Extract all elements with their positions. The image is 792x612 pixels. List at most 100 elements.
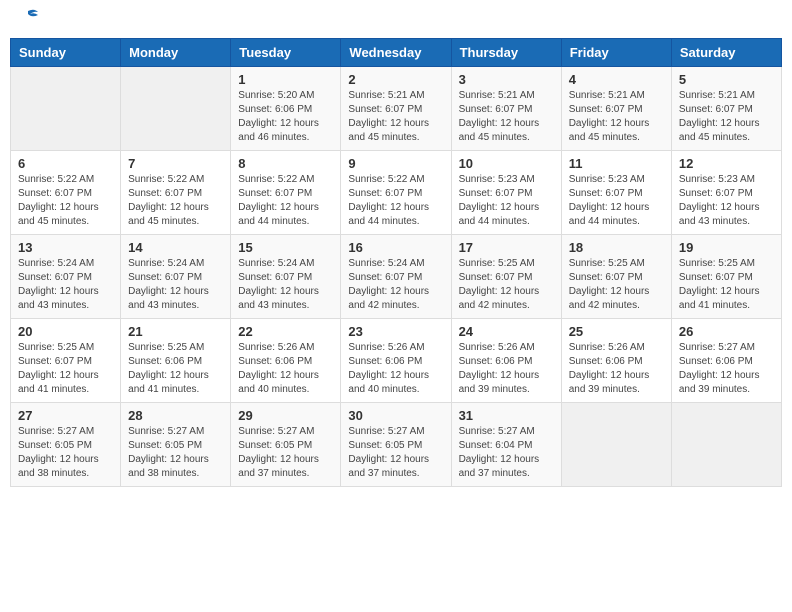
calendar-cell: 23Sunrise: 5:26 AMSunset: 6:06 PMDayligh…: [341, 319, 451, 403]
day-number: 11: [569, 156, 664, 171]
day-number: 5: [679, 72, 774, 87]
calendar-cell: 11 Sunrise: 5:23 AMSunset: 6:07 PMDayligh…: [561, 151, 671, 235]
calendar-cell: 21 Sunrise: 5:25 AMSunset: 6:06 PMDayligh…: [121, 319, 231, 403]
day-details: Sunrise: 5:21 AMSunset: 6:07 PMDaylight:…: [569, 89, 664, 145]
calendar-cell: 31Sunrise: 5:27 AMSunset: 6:04 PMDayligh…: [451, 403, 561, 487]
day-details: Sunrise: 5:22 AMSunset: 6:07 PMDaylight:…: [348, 173, 443, 229]
calendar-cell: 15 Sunrise: 5:24 AMSunset: 6:07 PMDayligh…: [231, 235, 341, 319]
day-number: 16: [348, 240, 443, 255]
calendar-cell: 26 Sunrise: 5:27 AMSunset: 6:06 PMDayligh…: [671, 319, 781, 403]
calendar-cell: [671, 403, 781, 487]
day-number: 14: [128, 240, 223, 255]
calendar-cell: 10Sunrise: 5:23 AMSunset: 6:07 PMDayligh…: [451, 151, 561, 235]
day-details: Sunrise: 5:21 AMSunset: 6:07 PMDaylight:…: [679, 89, 774, 145]
calendar-cell: 13 Sunrise: 5:24 AMSunset: 6:07 PMDayligh…: [11, 235, 121, 319]
page-header: [10, 10, 782, 30]
day-details: Sunrise: 5:24 AMSunset: 6:07 PMDaylight:…: [128, 257, 223, 313]
calendar-week-row: 1 Sunrise: 5:20 AMSunset: 6:06 PMDaylight…: [11, 67, 782, 151]
logo: [18, 14, 40, 26]
calendar-cell: 24 Sunrise: 5:26 AMSunset: 6:06 PMDayligh…: [451, 319, 561, 403]
day-number: 27: [18, 408, 113, 423]
calendar-cell: 19 Sunrise: 5:25 AMSunset: 6:07 PMDayligh…: [671, 235, 781, 319]
day-details: Sunrise: 5:25 AMSunset: 6:06 PMDaylight:…: [128, 341, 223, 397]
calendar-cell: [121, 67, 231, 151]
day-details: Sunrise: 5:22 AMSunset: 6:07 PMDaylight:…: [18, 173, 113, 229]
calendar-cell: 8Sunrise: 5:22 AMSunset: 6:07 PMDaylight…: [231, 151, 341, 235]
day-number: 23: [348, 324, 443, 339]
day-number: 22: [238, 324, 333, 339]
calendar-week-row: 13 Sunrise: 5:24 AMSunset: 6:07 PMDayligh…: [11, 235, 782, 319]
day-number: 13: [18, 240, 113, 255]
day-details: Sunrise: 5:26 AMSunset: 6:06 PMDaylight:…: [238, 341, 333, 397]
day-details: Sunrise: 5:23 AMSunset: 6:07 PMDaylight:…: [679, 173, 774, 229]
calendar-cell: 14 Sunrise: 5:24 AMSunset: 6:07 PMDayligh…: [121, 235, 231, 319]
day-number: 18: [569, 240, 664, 255]
day-number: 20: [18, 324, 113, 339]
day-number: 19: [679, 240, 774, 255]
day-number: 24: [459, 324, 554, 339]
day-details: Sunrise: 5:27 AMSunset: 6:05 PMDaylight:…: [238, 425, 333, 481]
day-details: Sunrise: 5:20 AMSunset: 6:06 PMDaylight:…: [238, 89, 333, 145]
calendar-cell: [11, 67, 121, 151]
day-details: Sunrise: 5:25 AMSunset: 6:07 PMDaylight:…: [18, 341, 113, 397]
day-number: 15: [238, 240, 333, 255]
calendar-cell: 30Sunrise: 5:27 AMSunset: 6:05 PMDayligh…: [341, 403, 451, 487]
day-details: Sunrise: 5:23 AMSunset: 6:07 PMDaylight:…: [459, 173, 554, 229]
day-number: 3: [459, 72, 554, 87]
calendar-cell: 7Sunrise: 5:22 AMSunset: 6:07 PMDaylight…: [121, 151, 231, 235]
day-details: Sunrise: 5:23 AMSunset: 6:07 PMDaylight:…: [569, 173, 664, 229]
logo-bird-icon: [20, 6, 40, 26]
day-details: Sunrise: 5:25 AMSunset: 6:07 PMDaylight:…: [569, 257, 664, 313]
calendar-cell: 18 Sunrise: 5:25 AMSunset: 6:07 PMDayligh…: [561, 235, 671, 319]
day-details: Sunrise: 5:21 AMSunset: 6:07 PMDaylight:…: [348, 89, 443, 145]
day-details: Sunrise: 5:27 AMSunset: 6:04 PMDaylight:…: [459, 425, 554, 481]
day-number: 17: [459, 240, 554, 255]
calendar-cell: 25 Sunrise: 5:26 AMSunset: 6:06 PMDayligh…: [561, 319, 671, 403]
day-header-tuesday: Tuesday: [231, 39, 341, 67]
day-details: Sunrise: 5:25 AMSunset: 6:07 PMDaylight:…: [459, 257, 554, 313]
day-number: 21: [128, 324, 223, 339]
calendar-week-row: 6 Sunrise: 5:22 AMSunset: 6:07 PMDaylight…: [11, 151, 782, 235]
day-header-wednesday: Wednesday: [341, 39, 451, 67]
day-details: Sunrise: 5:22 AMSunset: 6:07 PMDaylight:…: [238, 173, 333, 229]
day-details: Sunrise: 5:27 AMSunset: 6:05 PMDaylight:…: [128, 425, 223, 481]
day-details: Sunrise: 5:24 AMSunset: 6:07 PMDaylight:…: [348, 257, 443, 313]
day-number: 26: [679, 324, 774, 339]
calendar-cell: 29 Sunrise: 5:27 AMSunset: 6:05 PMDayligh…: [231, 403, 341, 487]
day-number: 1: [238, 72, 333, 87]
calendar-table: SundayMondayTuesdayWednesdayThursdayFrid…: [10, 38, 782, 487]
day-header-thursday: Thursday: [451, 39, 561, 67]
day-number: 9: [348, 156, 443, 171]
day-number: 28: [128, 408, 223, 423]
day-details: Sunrise: 5:26 AMSunset: 6:06 PMDaylight:…: [569, 341, 664, 397]
calendar-cell: 12 Sunrise: 5:23 AMSunset: 6:07 PMDayligh…: [671, 151, 781, 235]
calendar-week-row: 20 Sunrise: 5:25 AMSunset: 6:07 PMDayligh…: [11, 319, 782, 403]
day-details: Sunrise: 5:27 AMSunset: 6:05 PMDaylight:…: [348, 425, 443, 481]
day-header-saturday: Saturday: [671, 39, 781, 67]
day-details: Sunrise: 5:27 AMSunset: 6:06 PMDaylight:…: [679, 341, 774, 397]
day-number: 29: [238, 408, 333, 423]
day-details: Sunrise: 5:25 AMSunset: 6:07 PMDaylight:…: [679, 257, 774, 313]
day-details: Sunrise: 5:24 AMSunset: 6:07 PMDaylight:…: [18, 257, 113, 313]
day-header-sunday: Sunday: [11, 39, 121, 67]
day-details: Sunrise: 5:21 AMSunset: 6:07 PMDaylight:…: [459, 89, 554, 145]
day-header-monday: Monday: [121, 39, 231, 67]
calendar-header-row: SundayMondayTuesdayWednesdayThursdayFrid…: [11, 39, 782, 67]
calendar-cell: 4 Sunrise: 5:21 AMSunset: 6:07 PMDaylight…: [561, 67, 671, 151]
day-header-friday: Friday: [561, 39, 671, 67]
day-number: 4: [569, 72, 664, 87]
day-number: 25: [569, 324, 664, 339]
day-number: 12: [679, 156, 774, 171]
calendar-week-row: 27 Sunrise: 5:27 AMSunset: 6:05 PMDayligh…: [11, 403, 782, 487]
calendar-cell: [561, 403, 671, 487]
day-details: Sunrise: 5:26 AMSunset: 6:06 PMDaylight:…: [459, 341, 554, 397]
day-details: Sunrise: 5:24 AMSunset: 6:07 PMDaylight:…: [238, 257, 333, 313]
calendar-cell: 22 Sunrise: 5:26 AMSunset: 6:06 PMDayligh…: [231, 319, 341, 403]
day-number: 7: [128, 156, 223, 171]
calendar-cell: 2Sunrise: 5:21 AMSunset: 6:07 PMDaylight…: [341, 67, 451, 151]
calendar-cell: 6 Sunrise: 5:22 AMSunset: 6:07 PMDaylight…: [11, 151, 121, 235]
calendar-cell: 16 Sunrise: 5:24 AMSunset: 6:07 PMDayligh…: [341, 235, 451, 319]
calendar-cell: 5 Sunrise: 5:21 AMSunset: 6:07 PMDaylight…: [671, 67, 781, 151]
day-details: Sunrise: 5:27 AMSunset: 6:05 PMDaylight:…: [18, 425, 113, 481]
day-number: 6: [18, 156, 113, 171]
